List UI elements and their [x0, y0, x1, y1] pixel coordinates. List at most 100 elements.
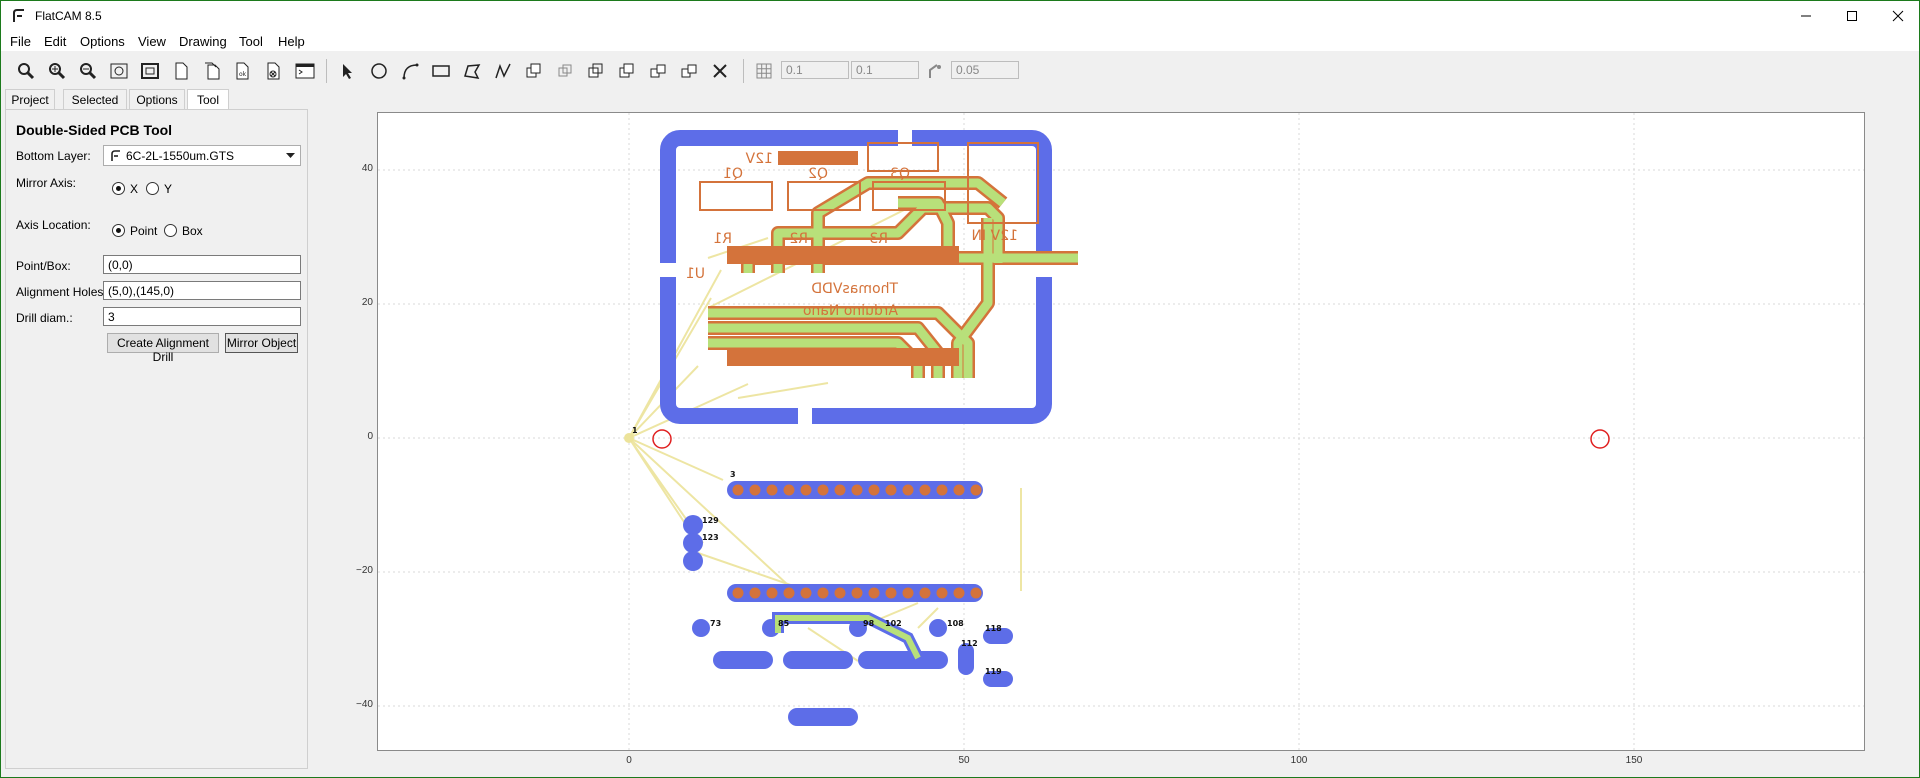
new-geometry-icon: [175, 62, 188, 80]
delete-object-button[interactable]: [261, 58, 287, 84]
label-r1: R1: [713, 231, 732, 247]
plot-canvas[interactable]: R1 R2 R3 U1 ThomasVDD Arduino Nano 12V I…: [377, 112, 1865, 751]
drill-label: 119: [985, 667, 1002, 676]
window-title: FlatCAM 8.5: [35, 9, 102, 23]
grid-snap-icon: [756, 63, 772, 79]
subtraction-button[interactable]: [583, 58, 609, 84]
path-tool-button[interactable]: [490, 58, 516, 84]
grid-snap-button[interactable]: [751, 58, 777, 84]
bottom-layer-value: 6C-2L-1550um.GTS: [126, 149, 235, 163]
new-excellon-button[interactable]: [199, 58, 225, 84]
axis-box-radio[interactable]: [164, 224, 177, 237]
x-tick-label: 0: [626, 755, 632, 766]
zoom-fit-icon: [18, 63, 35, 80]
point-box-label: Point/Box:: [16, 259, 71, 273]
mirror-object-button[interactable]: Mirror Object: [225, 333, 298, 353]
axis-point-label: Point: [130, 224, 158, 238]
bottom-layer-select[interactable]: 6C-2L-1550um.GTS: [103, 145, 301, 166]
bottom-layer-label: Bottom Layer:: [16, 149, 91, 163]
arc-tool-button[interactable]: [397, 58, 423, 84]
corner-snap-button[interactable]: [923, 58, 949, 84]
minimize-button[interactable]: [1783, 1, 1829, 31]
axis-location-label: Axis Location:: [16, 218, 91, 232]
delete-shape-button[interactable]: [707, 58, 733, 84]
origin-marker: [624, 433, 634, 443]
flatcam-logo-icon: [13, 9, 24, 22]
subtraction-icon: [588, 63, 603, 78]
menu-help[interactable]: Help: [278, 34, 305, 49]
shell-button[interactable]: [292, 58, 318, 84]
alignment-holes-field[interactable]: [103, 281, 301, 300]
delete-shape-icon: [713, 64, 727, 78]
union-icon: [526, 63, 541, 78]
alignment-hole-right: [1590, 429, 1610, 449]
menu-options[interactable]: Options: [80, 34, 125, 49]
ok-button[interactable]: ok: [230, 58, 256, 84]
replot-button[interactable]: [106, 58, 132, 84]
point-box-field[interactable]: [103, 255, 301, 274]
menu-edit[interactable]: Edit: [44, 34, 66, 49]
grid-y-input[interactable]: [851, 61, 919, 79]
x-tick-label: 150: [1625, 755, 1643, 766]
zoom-fit-button[interactable]: [13, 58, 39, 84]
create-alignment-drill-button[interactable]: Create Alignment Drill: [107, 333, 219, 364]
mirror-x-label: X: [130, 182, 139, 196]
zoom-out-button[interactable]: [75, 58, 101, 84]
menu-bar: File Edit Options View Drawing Tool Help: [1, 31, 1919, 51]
rectangle-tool-button[interactable]: [428, 58, 454, 84]
main-toolbar: ok: [1, 53, 1919, 87]
drill-label: 85: [778, 619, 790, 628]
drill-label: 118: [985, 624, 1002, 633]
intersection-icon: [558, 64, 572, 77]
minimize-icon: [1801, 15, 1811, 17]
path-icon: [495, 63, 511, 79]
alignment-hole-left: [652, 429, 672, 449]
zoom-in-button[interactable]: [44, 58, 70, 84]
x-tick-label: 100: [1290, 755, 1308, 766]
clear-plot-button[interactable]: [137, 58, 163, 84]
grid-x-input[interactable]: [781, 61, 849, 79]
alignment-holes-label: Alignment Holes:: [16, 285, 107, 299]
polygon-tool-button[interactable]: [459, 58, 485, 84]
label-part: Arduino Nano: [803, 303, 898, 319]
intersection-button[interactable]: [552, 58, 578, 84]
label-q3: Q3: [890, 166, 910, 182]
axis-point-radio[interactable]: [112, 224, 125, 237]
tab-selected[interactable]: Selected: [63, 89, 127, 109]
menu-drawing[interactable]: Drawing: [179, 34, 227, 49]
menu-tool[interactable]: Tool: [239, 34, 263, 49]
mirror-x-radio[interactable]: [112, 182, 125, 195]
label-r3: R3: [869, 231, 888, 247]
label-brand: ThomasVDD: [811, 281, 899, 297]
title-bar: FlatCAM 8.5: [1, 1, 1919, 31]
close-button[interactable]: [1875, 1, 1920, 31]
maximize-button[interactable]: [1829, 1, 1875, 31]
drill-label: 123: [702, 533, 719, 542]
new-geometry-button[interactable]: [168, 58, 194, 84]
select-tool-button[interactable]: [335, 58, 361, 84]
cut-path-button[interactable]: [614, 58, 640, 84]
move-icon: [681, 64, 697, 78]
corner-snap-icon: [929, 64, 941, 78]
tab-tool[interactable]: Tool: [187, 89, 229, 110]
shell-icon: [295, 63, 315, 79]
tab-options[interactable]: Options: [129, 89, 185, 109]
new-excellon-icon: [205, 62, 220, 80]
snap-max-input[interactable]: [951, 61, 1019, 79]
label-r2: R2: [789, 231, 808, 247]
circle-tool-button[interactable]: [366, 58, 392, 84]
label-12v: 12V: [745, 151, 773, 167]
copy-button[interactable]: [645, 58, 671, 84]
arc-icon: [402, 63, 419, 80]
mirror-y-radio[interactable]: [146, 182, 159, 195]
union-button[interactable]: [521, 58, 547, 84]
move-button[interactable]: [676, 58, 702, 84]
menu-view[interactable]: View: [138, 34, 166, 49]
pcb-drawing: R1 R2 R3 U1 ThomasVDD Arduino Nano 12V I…: [378, 113, 1864, 750]
drill-diam-field[interactable]: [103, 307, 301, 326]
drill-label: 112: [961, 639, 978, 648]
menu-file[interactable]: File: [10, 34, 31, 49]
label-q1: Q1: [723, 166, 743, 182]
zoom-out-icon: [80, 63, 97, 80]
tab-project[interactable]: Project: [5, 89, 55, 109]
